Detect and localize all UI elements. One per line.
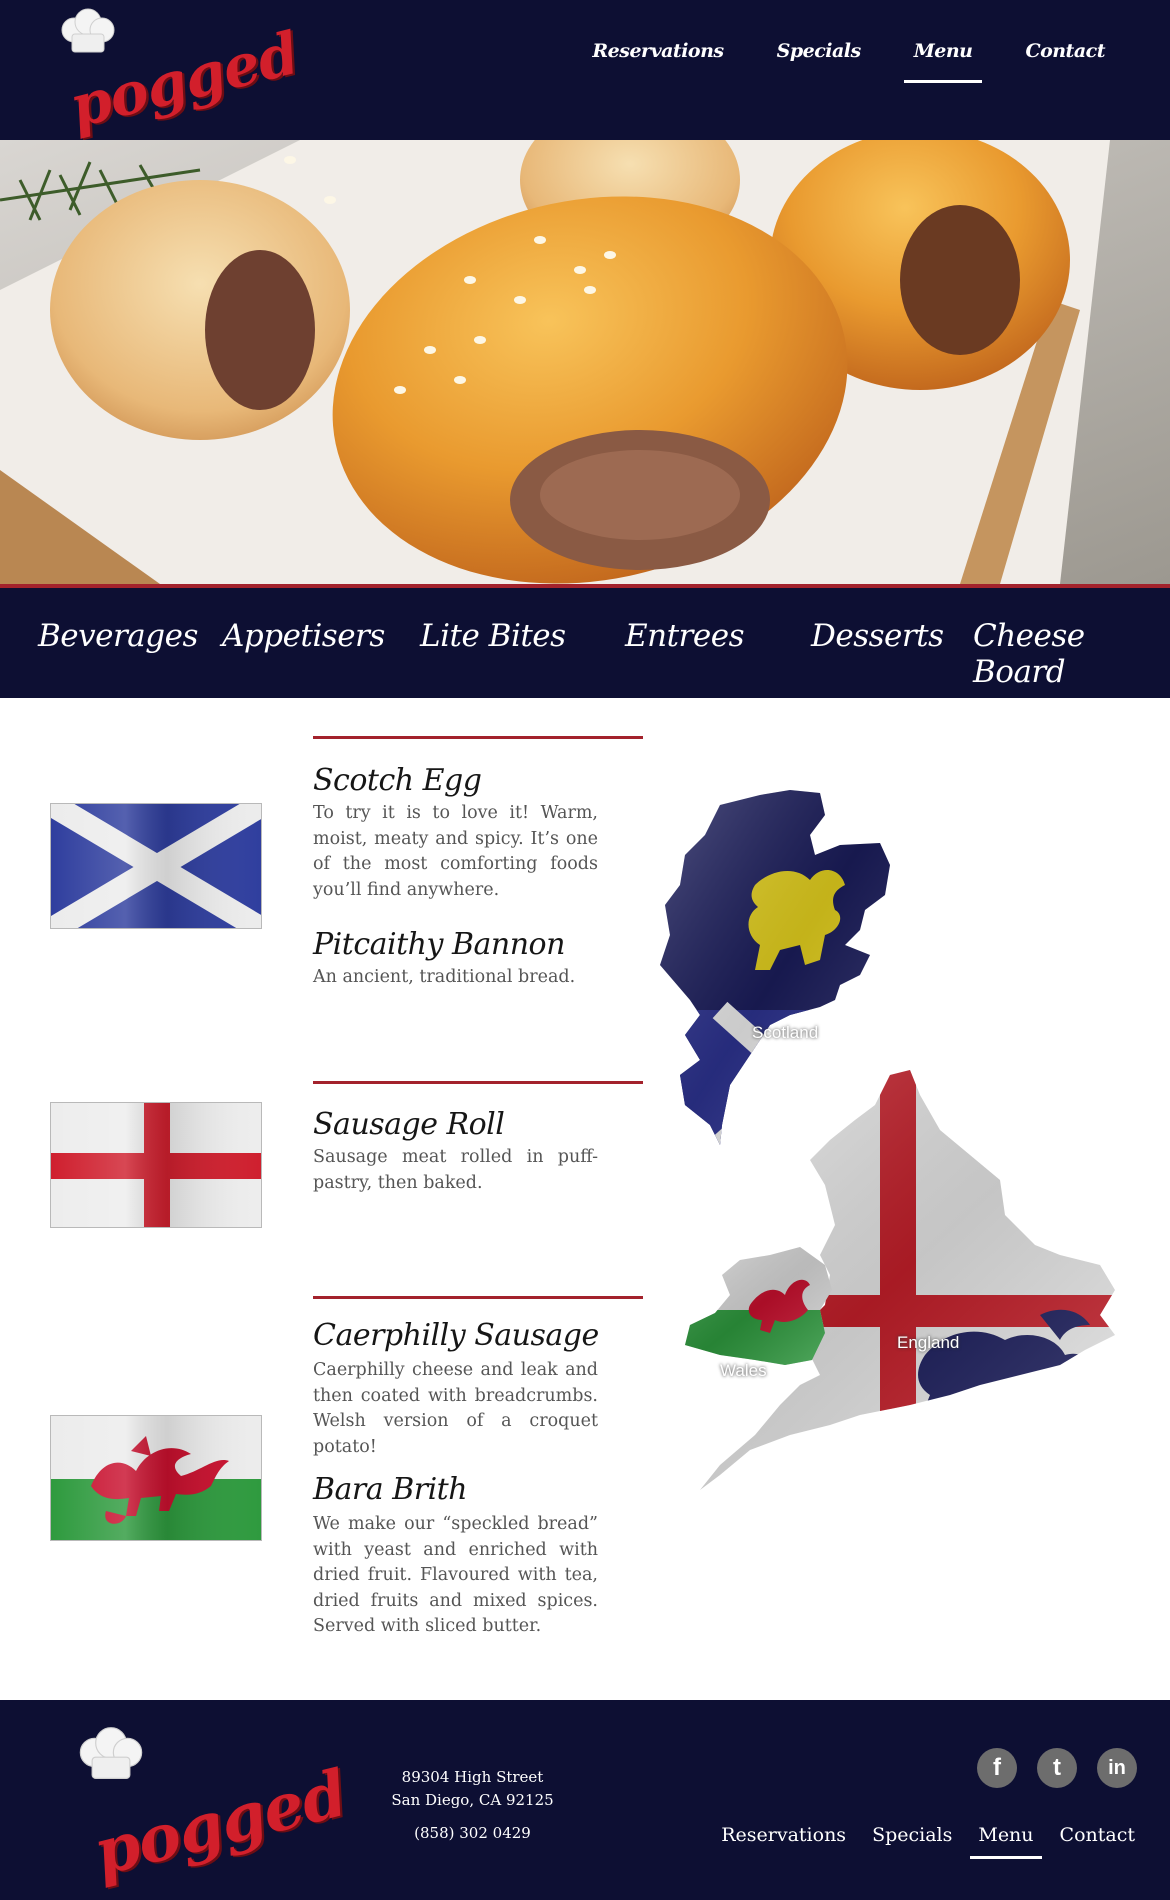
footer-nav-menu[interactable]: Menu (970, 1824, 1042, 1859)
address-line-2: San Diego, CA 92125 (391, 1791, 554, 1809)
dish-name-pitcaithy-bannon: Pitcaithy Bannon (313, 927, 565, 962)
linkedin-icon[interactable]: in (1097, 1748, 1137, 1788)
dish-name-caerphilly-sausage: Caerphilly Sausage (313, 1318, 599, 1353)
category-desserts[interactable]: Desserts (811, 618, 944, 654)
section-divider (313, 1081, 643, 1084)
address-line-1: 89304 High Street (401, 1768, 544, 1786)
chef-hat-icon (79, 1727, 143, 1779)
site-footer: pogged 89304 High Street San Diego, CA 9… (0, 1700, 1170, 1900)
footer-nav-specials[interactable]: Specials (872, 1824, 952, 1859)
dish-desc-sausage-roll: Sausage meat rolled in puff-pastry, then… (313, 1147, 598, 1193)
footer-nav: Reservations Specials Menu Contact (721, 1824, 1135, 1859)
wales-flag (50, 1415, 262, 1541)
dish-desc-scotch-egg: To try it is to love it! Warm, moist, me… (313, 803, 598, 900)
scotland-map-region (660, 790, 890, 1145)
category-appetisers[interactable]: Appetisers (222, 618, 385, 654)
uk-flag-map: Scotland England Wales (660, 785, 1130, 1575)
section-divider (313, 736, 643, 739)
category-cheese-board[interactable]: Cheese Board (973, 618, 1170, 690)
dish-name-scotch-egg: Scotch Egg (313, 763, 482, 798)
nav-reservations[interactable]: Reservations (592, 40, 724, 83)
nav-specials[interactable]: Specials (777, 40, 862, 83)
category-lite-bites[interactable]: Lite Bites (420, 618, 566, 654)
footer-nav-reservations[interactable]: Reservations (721, 1824, 846, 1859)
nav-menu[interactable]: Menu (903, 40, 983, 83)
dish-desc-bara-brith: We make our “speckled bread” with yeast … (313, 1514, 598, 1636)
dish-name-bara-brith: Bara Brith (313, 1472, 468, 1507)
brand-logo[interactable]: pogged (58, 8, 305, 141)
hero-image-sausage-rolls (0, 140, 1170, 584)
map-label-england: England (897, 1333, 960, 1352)
category-entrees[interactable]: Entrees (625, 618, 744, 654)
map-label-scotland: Scotland (752, 1023, 819, 1042)
dish-name-sausage-roll: Sausage Roll (313, 1107, 505, 1142)
top-nav: Reservations Specials Menu Contact (592, 40, 1105, 83)
footer-nav-contact[interactable]: Contact (1060, 1824, 1135, 1859)
section-divider (313, 1296, 643, 1299)
dish-desc-caerphilly-sausage: Caerphilly cheese and leak and then coat… (313, 1360, 598, 1457)
footer-phone[interactable]: (858) 302 0429 (380, 1824, 565, 1842)
footer-address: 89304 High Street San Diego, CA 92125 (380, 1766, 565, 1812)
scotland-flag (50, 803, 262, 929)
england-flag (50, 1102, 262, 1228)
social-links: f t in (977, 1748, 1137, 1788)
dish-desc-pitcaithy-bannon: An ancient, traditional bread. (313, 967, 576, 987)
facebook-icon[interactable]: f (977, 1748, 1017, 1788)
wales-map-region (685, 1247, 832, 1365)
footer-logo[interactable]: pogged (78, 1726, 354, 1891)
category-nav: Beverages Appetisers Lite Bites Entrees … (0, 588, 1170, 698)
category-beverages[interactable]: Beverages (38, 618, 198, 654)
site-header: pogged Reservations Specials Menu Contac… (0, 0, 1170, 141)
map-label-wales: Wales (720, 1361, 767, 1380)
nav-contact[interactable]: Contact (1025, 40, 1105, 83)
twitter-icon[interactable]: t (1037, 1748, 1077, 1788)
chef-hat-icon (61, 8, 115, 53)
